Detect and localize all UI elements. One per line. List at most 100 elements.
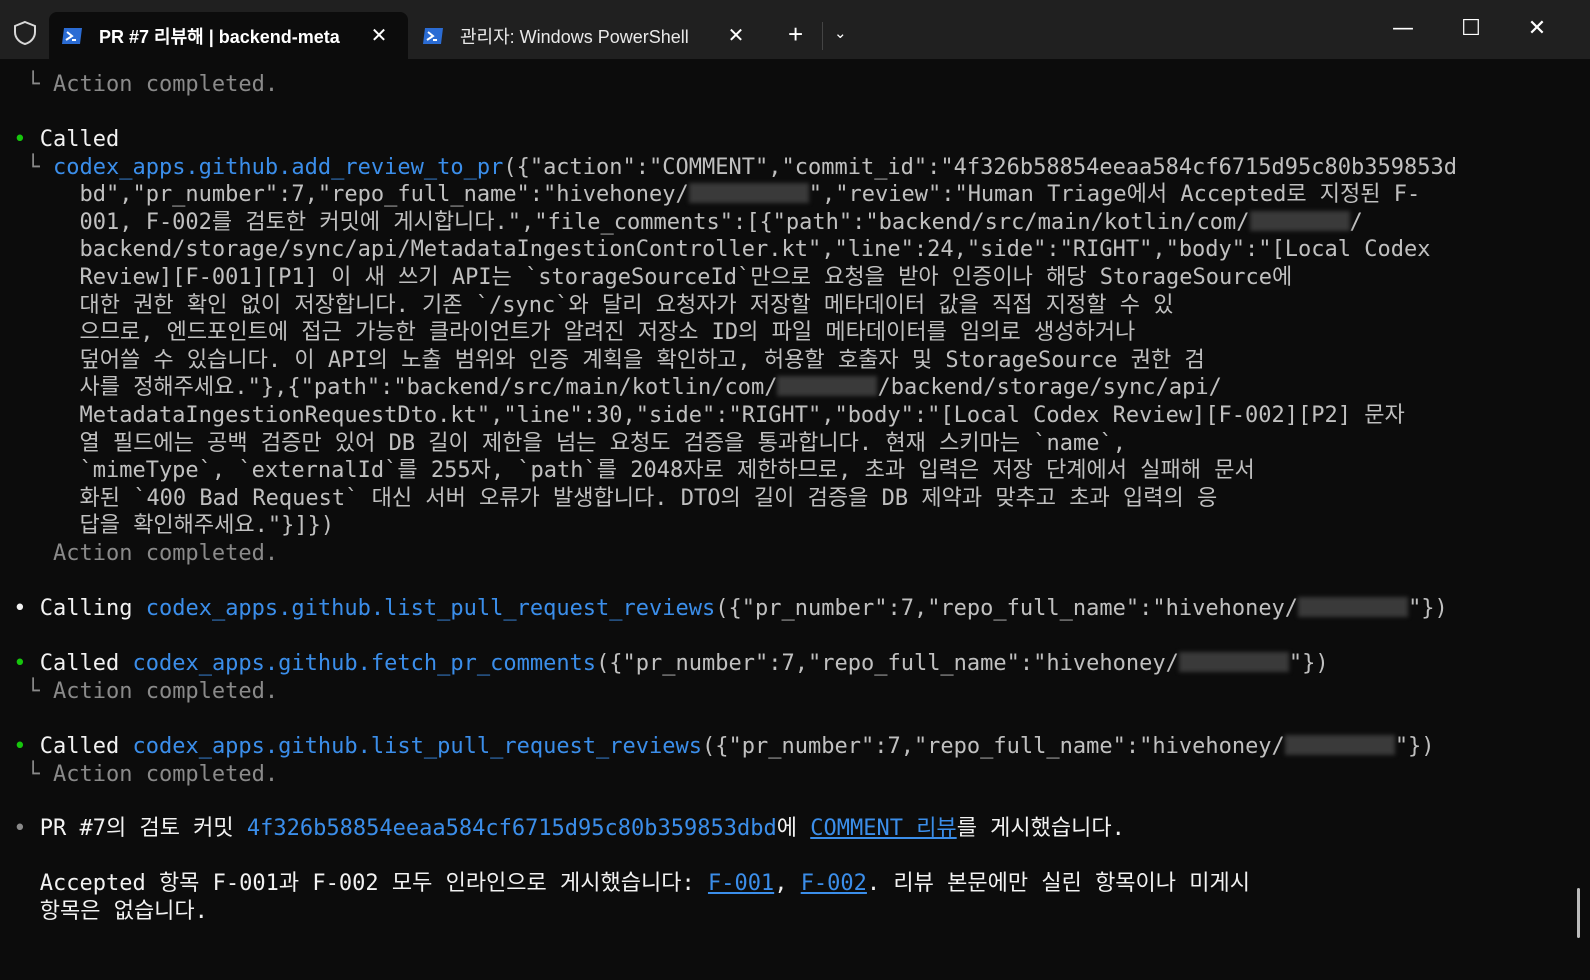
terminal-line: • Called	[0, 126, 119, 154]
terminal-line: └ Action completed.	[0, 678, 278, 706]
terminal-text: bd","pr_number":7,"repo_full_name":"hive…	[0, 182, 689, 208]
terminal-text: "})	[1288, 651, 1329, 676]
terminal-text: ,	[774, 871, 801, 896]
terminal-text: 를 게시했습니다.	[956, 816, 1125, 841]
terminal-text: Calling	[39, 596, 146, 621]
redacted-text	[1284, 735, 1395, 755]
powershell-icon	[423, 27, 443, 44]
close-icon[interactable]: ✕	[368, 23, 390, 48]
terminal-line: • Calling codex_apps.github.list_pull_re…	[0, 595, 1448, 623]
terminal-line: `mimeType`, `externalId`를 255자, `path`를 …	[0, 457, 1255, 485]
terminal-line: 001, F-002를 검토한 커밋에 게시합니다.","file_commen…	[0, 209, 1362, 237]
terminal-text: 001, F-002를 검토한 커밋에 게시합니다.","file_commen…	[0, 209, 1250, 235]
redacted-text	[688, 183, 809, 204]
terminal-text: ({"pr_number":7,"repo_full_name":"hiveho…	[596, 651, 1179, 676]
terminal-text: └	[0, 761, 53, 787]
terminal-text: ","review":"Human Triage에서 Accepted로 지정된…	[808, 182, 1421, 208]
terminal-line: 사를 정해주세요."},{"path":"backend/src/main/ko…	[0, 374, 1222, 402]
tab-title: PR #7 리뷰해 | backend-meta	[99, 26, 340, 47]
divider	[822, 22, 823, 50]
terminal-text: 항목은 없습니다.	[0, 898, 208, 924]
terminal-line: Review][F-001][P1] 이 새 쓰기 API는 `storageS…	[0, 264, 1292, 292]
terminal-output[interactable]: └ Action completed. • Called └ codex_app…	[0, 59, 1590, 980]
terminal-text: •	[0, 816, 40, 841]
terminal-text: Called	[39, 651, 133, 676]
terminal-text: •	[0, 596, 40, 621]
tab-pr-review[interactable]: PR #7 리뷰해 | backend-meta ✕	[49, 12, 408, 59]
terminal-text: Action completed.	[52, 541, 279, 566]
terminal-link[interactable]: COMMENT 리뷰	[810, 816, 956, 841]
terminal-line: └ Action completed.	[0, 71, 278, 99]
tab-powershell-admin[interactable]: 관리자: Windows PowerShell ✕	[410, 12, 765, 59]
terminal-text: ({"action":"COMMENT","commit_id":"4f326b…	[503, 154, 1457, 180]
terminal-line: • Called codex_apps.github.list_pull_req…	[0, 733, 1434, 761]
terminal-line: Accepted 항목 F-001과 F-002 모두 인라인으로 게시했습니다…	[0, 870, 1250, 898]
terminal-text: backend/storage/sync/api/MetadataIngesti…	[0, 237, 1431, 263]
terminal-text: 열 필드에는 공백 검증만 있어 DB 길이 제한을 넘는 요청도 검증을 통과…	[0, 430, 1126, 456]
terminal-text: Action completed.	[52, 678, 279, 704]
terminal-text: •	[0, 651, 40, 676]
terminal-text: └	[0, 678, 53, 704]
terminal-line: 대한 권한 확인 없이 저장합니다. 기존 `/sync`와 달리 요청자가 저…	[0, 292, 1173, 320]
terminal-text: 사를 정해주세요."},{"path":"backend/src/main/ko…	[0, 375, 778, 401]
terminal-text: 답을 확인해주세요."}]})	[0, 513, 335, 539]
terminal-text: /backend/storage/sync/api/	[877, 375, 1222, 401]
terminal-line: └ codex_apps.github.add_review_to_pr({"a…	[0, 154, 1457, 182]
terminal-text: 화된 `400 Bad Request` 대신 서버 오류가 발생합니다. DT…	[0, 485, 1218, 511]
redacted-text	[1249, 210, 1350, 231]
redacted-text	[777, 376, 878, 397]
terminal-text: "})	[1408, 596, 1448, 621]
terminal-line: Action completed.	[0, 540, 278, 568]
terminal-line: MetadataIngestionRequestDto.kt","line":3…	[0, 402, 1405, 430]
redacted-text	[1178, 652, 1289, 672]
close-icon[interactable]: ✕	[725, 23, 747, 48]
maximize-icon[interactable]: ☐	[1451, 14, 1491, 44]
terminal-line: 으므로, 엔드포인트에 접근 가능한 클라이언트가 알려진 저장소 ID의 파일…	[0, 319, 1135, 347]
terminal-text: Action completed.	[52, 761, 279, 787]
terminal-text: PR #7의 검토 커밋	[39, 816, 247, 841]
terminal-text: 대한 권한 확인 없이 저장합니다. 기존 `/sync`와 달리 요청자가 저…	[0, 292, 1174, 318]
terminal-text: 4f326b58854eeaa584cf6715d95c80b359853dbd	[246, 816, 777, 841]
terminal-text: ({"pr_number":7,"repo_full_name":"hiveho…	[715, 596, 1299, 621]
terminal-text: •	[0, 734, 40, 759]
terminal-text: Called	[39, 127, 120, 152]
terminal-text: └	[0, 72, 53, 97]
terminal-text: 덮어쓸 수 있습니다. 이 API의 노출 범위와 인증 계획을 확인하고, 허…	[0, 347, 1205, 373]
tab-title: 관리자: Windows PowerShell	[460, 26, 689, 47]
terminal-text: codex_apps.github.list_pull_request_revi…	[145, 596, 716, 621]
terminal-text: •	[0, 127, 40, 152]
terminal-text: Accepted 항목 F-001과 F-002 모두 인라인으로 게시했습니다…	[0, 871, 708, 896]
terminal-text: 으므로, 엔드포인트에 접근 가능한 클라이언트가 알려진 저장소 ID의 파일…	[0, 320, 1136, 346]
minimize-icon[interactable]: —	[1383, 14, 1423, 44]
terminal-line: 답을 확인해주세요."}]})	[0, 512, 334, 540]
terminal-text: codex_apps.github.add_review_to_pr	[52, 154, 504, 180]
terminal-line: backend/storage/sync/api/MetadataIngesti…	[0, 236, 1430, 264]
terminal-text: MetadataIngestionRequestDto.kt","line":3…	[0, 403, 1405, 428]
terminal-line: └ Action completed.	[0, 761, 278, 789]
terminal-text: 에	[776, 816, 811, 841]
scrollbar-thumb[interactable]	[1577, 888, 1580, 938]
terminal-line: 덮어쓸 수 있습니다. 이 API의 노출 범위와 인증 계획을 확인하고, 허…	[0, 347, 1205, 375]
terminal-line: 열 필드에는 공백 검증만 있어 DB 길이 제한을 넘는 요청도 검증을 통과…	[0, 430, 1126, 458]
terminal-text: Action completed.	[52, 72, 279, 97]
terminal-line: 항목은 없습니다.	[0, 898, 208, 926]
window-close-icon[interactable]: ✕	[1517, 14, 1557, 44]
terminal-text: Review][F-001][P1] 이 새 쓰기 API는 `storageS…	[0, 265, 1293, 290]
shield-icon	[14, 20, 36, 46]
chevron-down-icon[interactable]: ⌄	[834, 24, 847, 42]
terminal-text: codex_apps.github.list_pull_request_revi…	[132, 734, 703, 759]
terminal-text: `mimeType`, `externalId`를 255자, `path`를 …	[0, 458, 1255, 484]
terminal-text: ({"pr_number":7,"repo_full_name":"hiveho…	[702, 734, 1285, 759]
terminal-text: codex_apps.github.fetch_pr_comments	[132, 651, 597, 676]
title-bar: PR #7 리뷰해 | backend-meta ✕ 관리자: Windows …	[0, 0, 1590, 59]
powershell-icon	[62, 27, 82, 44]
terminal-line: • Called codex_apps.github.fetch_pr_comm…	[0, 650, 1329, 678]
terminal-link[interactable]: F-001	[708, 871, 774, 896]
terminal-text: . 리뷰 본문에만 실린 항목이나 미게시	[866, 871, 1250, 896]
terminal-text: └	[0, 154, 53, 180]
terminal-line: • PR #7의 검토 커밋 4f326b58854eeaa584cf6715d…	[0, 815, 1125, 843]
redacted-text	[1298, 597, 1409, 617]
add-tab-icon[interactable]: +	[788, 20, 803, 48]
terminal-link[interactable]: F-002	[801, 871, 867, 896]
